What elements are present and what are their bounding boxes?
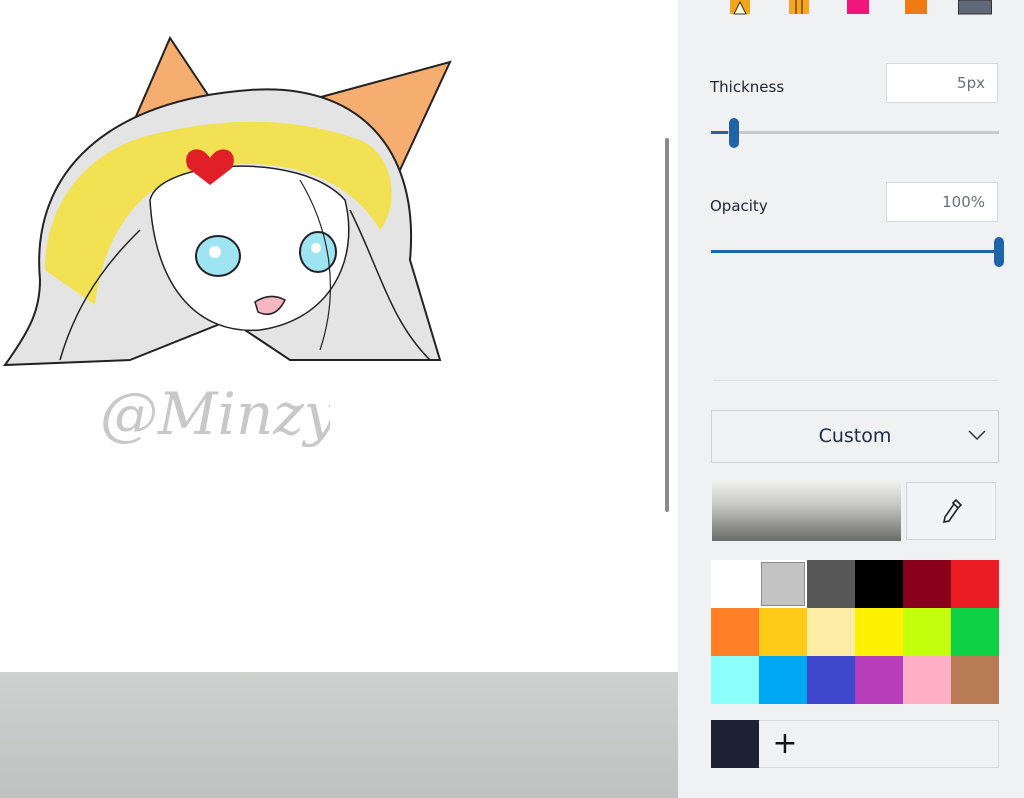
palette-dropdown-label: Custom [818, 425, 892, 447]
add-color-button[interactable]: + [770, 727, 800, 761]
palette-swatch[interactable] [807, 608, 855, 656]
oil-brush-icon[interactable] [789, 0, 809, 16]
thickness-slider-track[interactable] [711, 131, 999, 134]
palette-dropdown[interactable]: Custom [711, 410, 999, 463]
chevron-down-icon [968, 430, 986, 441]
palette-swatch[interactable] [759, 656, 807, 704]
thickness-slider-fill [711, 131, 729, 134]
custom-colors-row: + [711, 720, 999, 768]
palette-swatch[interactable] [855, 608, 903, 656]
palette-swatch[interactable] [855, 560, 903, 608]
palette-swatch[interactable] [759, 560, 807, 608]
drawing-canvas[interactable]: @Minzy [0, 0, 678, 798]
palette-swatch[interactable] [903, 656, 951, 704]
opacity-label: Opacity [710, 197, 768, 215]
palette-swatch[interactable] [951, 608, 999, 656]
palette-swatch[interactable] [759, 608, 807, 656]
signature-text: @Minzy [100, 380, 330, 448]
palette-swatch[interactable] [711, 656, 759, 704]
palette-swatch[interactable] [711, 560, 759, 608]
calligraphy-pen-icon[interactable] [730, 0, 750, 16]
current-color-swatch[interactable] [711, 720, 759, 768]
eyedropper-icon [942, 498, 963, 524]
pencil-icon[interactable] [958, 0, 992, 16]
opacity-input[interactable]: 100% [886, 182, 998, 222]
crayon-icon[interactable] [905, 0, 927, 16]
brush-settings-panel: Thickness 5px Opacity 100% Custom + [678, 0, 1024, 798]
palette-swatch[interactable] [711, 608, 759, 656]
eyedropper-button[interactable] [906, 482, 996, 540]
palette-swatch[interactable] [807, 560, 855, 608]
thickness-label: Thickness [710, 78, 785, 96]
marker-icon[interactable] [847, 0, 869, 16]
palette-swatch[interactable] [951, 656, 999, 704]
opacity-slider-thumb[interactable] [994, 237, 1004, 267]
canvas-background [0, 672, 678, 798]
palette-swatch[interactable] [807, 656, 855, 704]
signature-mark: @Minzy [100, 380, 330, 448]
palette-swatch[interactable] [855, 656, 903, 704]
color-gradient-preview[interactable] [712, 481, 901, 541]
thickness-input[interactable]: 5px [886, 63, 998, 103]
thickness-slider-thumb[interactable] [729, 118, 740, 148]
divider [713, 380, 998, 381]
palette-swatch[interactable] [903, 608, 951, 656]
opacity-slider-fill [711, 250, 999, 253]
palette-swatch[interactable] [951, 560, 999, 608]
palette-swatch[interactable] [903, 560, 951, 608]
color-palette [711, 560, 999, 704]
vertical-scrollbar[interactable] [665, 138, 669, 512]
